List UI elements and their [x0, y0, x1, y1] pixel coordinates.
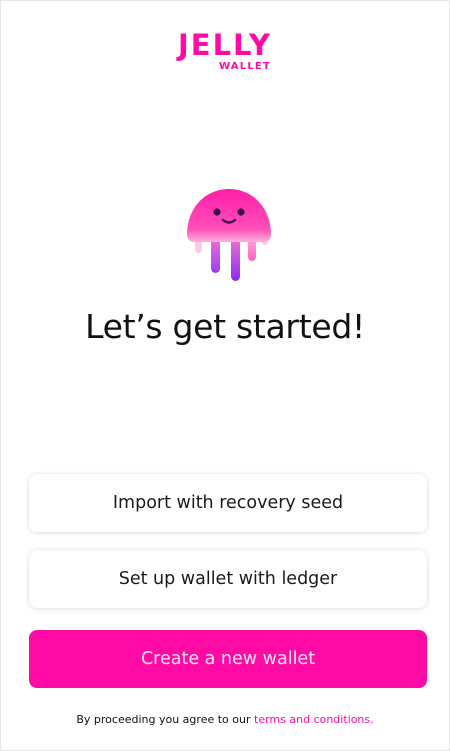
page-title: Let’s get started!	[85, 307, 365, 346]
terms-link[interactable]: terms and conditions	[254, 713, 370, 726]
jellyfish-icon	[187, 189, 271, 281]
setup-ledger-button[interactable]: Set up wallet with ledger	[29, 550, 427, 608]
logo-wordmark: JELLY	[177, 28, 273, 62]
terms-text: By proceeding you agree to our	[76, 713, 251, 726]
onboarding-screen: JELLY WALLET Let’s get started! Import w…	[0, 0, 450, 751]
terms-suffix: .	[370, 713, 374, 726]
jelly-wallet-logo: JELLY WALLET	[1, 29, 449, 73]
create-wallet-button[interactable]: Create a new wallet	[29, 630, 427, 688]
terms-notice: By proceeding you agree to our terms and…	[1, 712, 449, 728]
import-recovery-seed-button[interactable]: Import with recovery seed	[29, 474, 427, 532]
logo-subtitle: WALLET	[219, 61, 271, 72]
